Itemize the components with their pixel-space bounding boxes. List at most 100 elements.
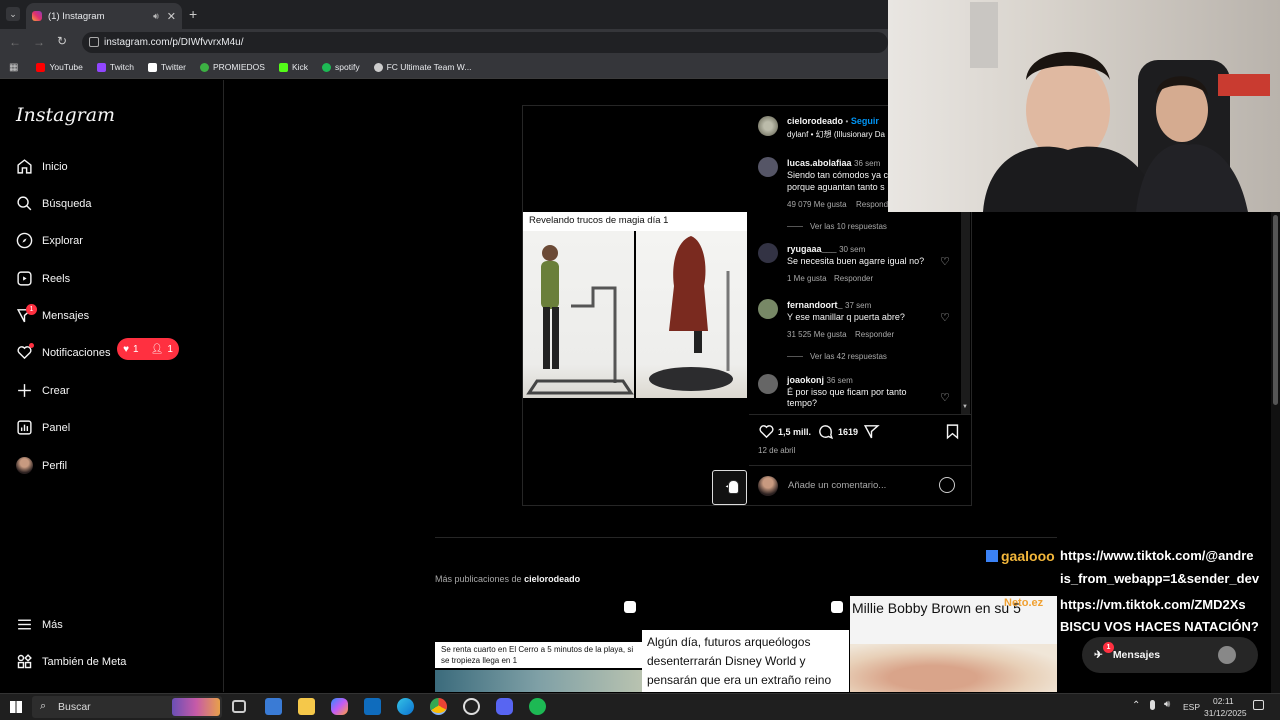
author-avatar[interactable] [758, 116, 778, 136]
bookmark-spotify[interactable]: spotify [322, 62, 360, 72]
browser-tab[interactable]: (1) Instagram 🔊︎ ✕ [26, 3, 182, 29]
speaker-icon[interactable]: 🔊︎ [153, 11, 159, 22]
tray-chevron-icon[interactable]: ⌃ [1132, 700, 1140, 711]
back-icon[interactable]: ← [9, 35, 21, 49]
url-bar[interactable]: instagram.com/p/DIWfvvrxM4u/ [82, 32, 888, 53]
sidebar-item-meta[interactable]: También de Meta [16, 653, 126, 670]
scroll-down-icon[interactable]: ▼ [962, 404, 968, 410]
view-replies-button[interactable]: Ver las 10 respuestas [810, 222, 887, 231]
page-scrollbar[interactable] [1271, 212, 1280, 693]
emoji-icon[interactable] [939, 477, 955, 493]
forward-icon[interactable]: → [33, 35, 45, 49]
reply-button[interactable]: Responder [834, 274, 873, 283]
obs-icon[interactable] [463, 698, 480, 715]
youtube-icon [36, 62, 46, 72]
comment-divider [749, 465, 971, 466]
comment-likes[interactable]: 1 Me gusta [787, 274, 827, 283]
bookmark-kick[interactable]: Kick [278, 62, 308, 72]
follow-button[interactable]: Seguir [851, 116, 879, 126]
chat-user-label: gaalooo [986, 548, 1055, 564]
scrollbar-thumb[interactable] [1273, 215, 1278, 405]
more-post-thumb[interactable]: Se renta cuarto en El Cerro a 5 minutos … [435, 596, 642, 692]
bookmark-label: Kick [291, 62, 308, 72]
discord-icon[interactable] [496, 698, 513, 715]
compass-icon [16, 232, 33, 249]
add-comment-input[interactable]: Añade un comentario... [788, 480, 886, 491]
edge-icon[interactable] [397, 698, 414, 715]
comment-like-heart-icon[interactable]: ♡ [940, 311, 950, 324]
save-bookmark-icon[interactable] [944, 423, 961, 440]
reload-icon[interactable]: ↻ [57, 34, 67, 48]
audio-track[interactable]: dylanf • 幻想 (Illusionary Da [787, 129, 887, 140]
bookmark-twitch[interactable]: Twitch [96, 62, 134, 72]
sidebar-item-busqueda[interactable]: Búsqueda [16, 195, 92, 212]
comment-avatar[interactable] [758, 243, 778, 263]
spotify-taskbar-icon[interactable] [529, 698, 546, 715]
notifications-popup-badge[interactable]: ♥ 1 👤︎ 1 [117, 338, 179, 360]
bookmark-youtube[interactable]: YouTube [36, 62, 83, 72]
bookmark-twitter[interactable]: Twitter [147, 62, 186, 72]
comment-like-heart-icon[interactable]: ♡ [940, 255, 950, 268]
more-posts-user[interactable]: cielorodeado [524, 574, 580, 584]
new-tab-button[interactable]: + [189, 6, 197, 22]
instagram-favicon-icon [32, 11, 42, 21]
task-view-icon[interactable] [232, 700, 246, 713]
sidebar-item-explorar[interactable]: Explorar [16, 232, 83, 249]
comment-time: 30 sem [839, 245, 866, 254]
comment-avatar[interactable] [758, 157, 778, 177]
bookmark-label: spotify [335, 62, 360, 72]
site-info-icon[interactable] [89, 37, 99, 47]
microphone-icon[interactable] [1150, 700, 1155, 710]
file-explorer-icon[interactable] [298, 698, 315, 715]
sidebar-item-reels[interactable]: Reels [16, 270, 70, 287]
comments-scrollbar[interactable] [961, 212, 970, 414]
tab-list-button[interactable]: ⌄ [6, 7, 20, 21]
language-indicator[interactable]: ESP [1183, 702, 1200, 712]
comment-username[interactable]: ryugaaa___ [787, 244, 837, 254]
comment-likes[interactable]: 49 079 Me gusta [787, 200, 847, 209]
comment-avatar[interactable] [758, 299, 778, 319]
comment-time: 36 sem [826, 376, 853, 385]
sidebar-item-mas[interactable]: Más [16, 616, 63, 633]
thumb-tag: Neto.ez [1004, 597, 1044, 609]
sidebar-item-label: Inicio [42, 160, 68, 173]
likes-count[interactable]: 1,5 mill. [778, 427, 811, 437]
sidebar-item-label: Crear [42, 384, 70, 397]
comment-username[interactable]: joaokonj [787, 375, 824, 385]
sidebar-item-label: También de Meta [42, 655, 127, 668]
messages-pill[interactable]: ✈︎ 1 Mensajes [1082, 637, 1258, 673]
volume-icon[interactable]: 🔊︎ [1164, 699, 1170, 710]
sidebar-item-perfil[interactable]: Perfil [16, 457, 67, 474]
clock-date[interactable]: 31/12/2025 [1204, 708, 1247, 718]
clock-time[interactable]: 02:11 [1213, 696, 1234, 706]
notification-center-icon[interactable] [1253, 700, 1264, 710]
instagram-logo[interactable]: Instagram [16, 104, 115, 126]
chrome-icon[interactable] [430, 698, 447, 715]
comment-bubble-icon[interactable] [817, 423, 834, 440]
outlook-icon[interactable] [364, 698, 381, 715]
bookmark-fc-ultimate[interactable]: FC Ultimate Team W... [373, 62, 471, 72]
store-icon[interactable] [265, 698, 282, 715]
reply-button[interactable]: Responder [855, 330, 894, 339]
more-post-thumb[interactable]: Algún día, futuros arqueólogos desenterr… [642, 596, 849, 692]
taskbar-search[interactable]: ⌕ Buscar [32, 696, 222, 718]
comment-text: porque aguantan tanto s [787, 182, 885, 192]
copilot-icon[interactable] [331, 698, 348, 715]
like-heart-icon[interactable] [758, 423, 775, 440]
comment-username[interactable]: fernandoort_ [787, 300, 843, 310]
more-post-thumb[interactable]: Millie Bobby Brown en su 5 Neto.ez [850, 596, 1057, 692]
sidebar-item-panel[interactable]: Panel [16, 419, 70, 436]
close-tab-icon[interactable]: ✕ [167, 10, 176, 23]
bookmark-promiedos[interactable]: PROMIEDOS [199, 62, 265, 72]
share-icon[interactable] [863, 423, 880, 440]
author-username[interactable]: cielorodeado [787, 116, 843, 126]
comment-username[interactable]: lucas.abolafiaa [787, 158, 852, 168]
sidebar-item-inicio[interactable]: Inicio [16, 158, 68, 175]
comment-like-heart-icon[interactable]: ♡ [940, 391, 950, 404]
apps-grid-icon[interactable]: ▦ [9, 62, 18, 73]
comment-avatar[interactable] [758, 374, 778, 394]
view-replies-button[interactable]: Ver las 42 respuestas [810, 352, 887, 361]
windows-start-icon[interactable] [10, 701, 22, 713]
comment-likes[interactable]: 31 525 Me gusta [787, 330, 847, 339]
sidebar-item-crear[interactable]: Crear [16, 382, 70, 399]
